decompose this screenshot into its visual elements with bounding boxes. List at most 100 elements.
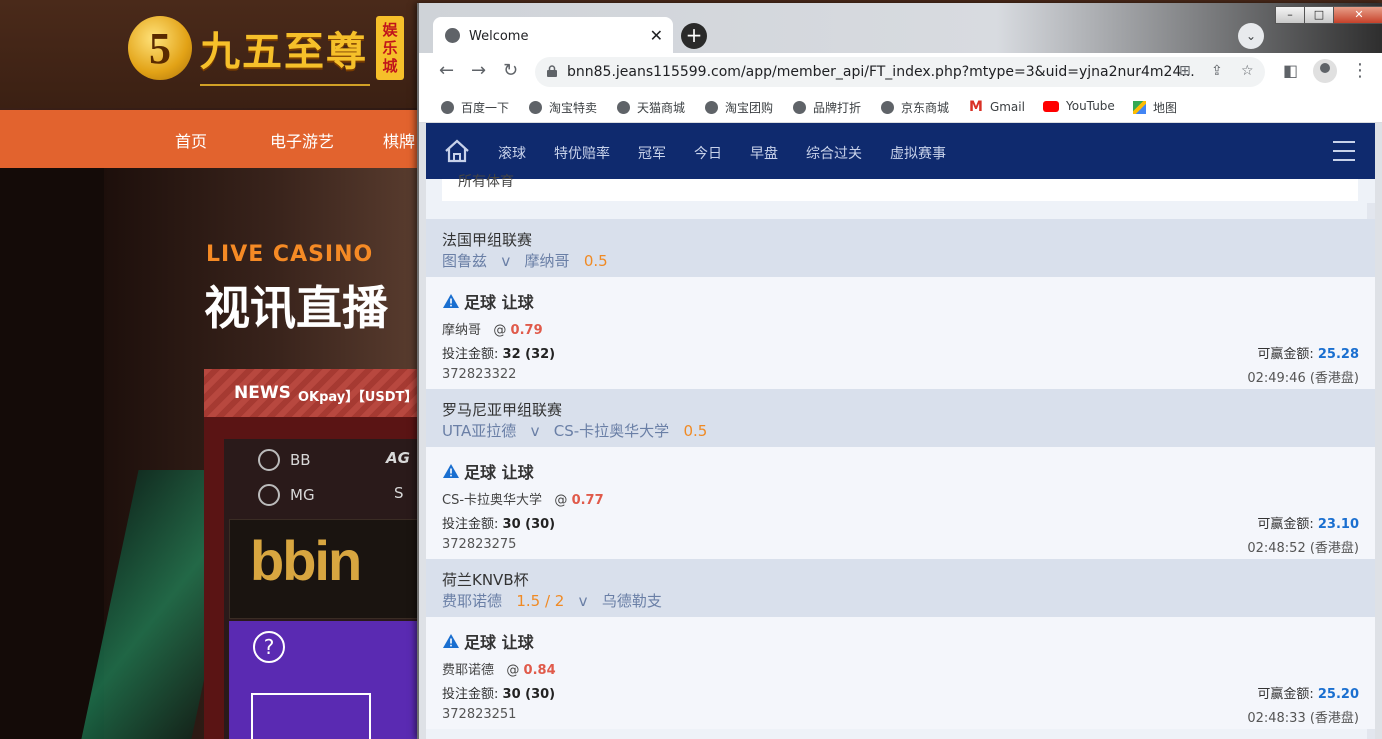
bg-nav-slots[interactable]: 电子游艺: [270, 128, 334, 152]
odds-value: 0.79: [510, 323, 543, 338]
globe-icon: [529, 101, 542, 114]
bookmark-maps[interactable]: 地图: [1133, 99, 1177, 116]
bg-video-title: 视讯直播: [204, 281, 388, 335]
tab-strip: Welcome ✕ + ⌄ – □ ✕: [419, 3, 1382, 55]
bg-live-casino-label: LIVE CASINO: [206, 242, 374, 267]
match-teams: UTA亚拉德 v CS-卡拉奥华大学 0.5: [442, 422, 708, 440]
match-teams: 图鲁兹 v 摩纳哥 0.5: [442, 252, 608, 270]
bg-nav-cards[interactable]: 棋牌: [383, 128, 415, 152]
bet-selection: 摩纳哥 @ 0.79: [442, 323, 543, 338]
warning-icon: [443, 294, 459, 308]
hamburger-menu-icon[interactable]: [1333, 141, 1355, 161]
tab-title: Welcome: [469, 29, 529, 44]
bet-title: 足球 让球: [442, 459, 534, 483]
home-icon[interactable]: [444, 139, 470, 163]
potential-win: 可赢金额: 25.20: [1257, 687, 1359, 702]
bg-purple-tile[interactable]: ?: [229, 621, 418, 739]
side-panel-icon[interactable]: ◧: [1283, 61, 1298, 81]
bg-game-panel: BB AG MG S bbin ?: [204, 417, 418, 739]
page-viewport: 滚球 特优赔率 冠军 今日 早盘 综合过关 虚拟赛事 所有体育 法国甲组联赛 图…: [426, 123, 1375, 739]
bookmark-taobao-group[interactable]: 淘宝团购: [705, 99, 773, 116]
league-name: 罗马尼亚甲组联赛: [442, 401, 563, 419]
close-window-button[interactable]: ✕: [1333, 6, 1382, 24]
tab-welcome[interactable]: Welcome ✕: [433, 17, 673, 55]
globe-icon: [617, 101, 630, 114]
share-icon[interactable]: ⇪: [1211, 63, 1223, 79]
bookmark-tmall[interactable]: 天猫商城: [617, 99, 685, 116]
match-teams: 费耶诺德 1.5 / 2 v 乌德勒支: [442, 592, 662, 610]
ticket-id: 372823322: [442, 367, 517, 382]
browser-toolbar: ← → ↻ bnn85.jeans115599.com/app/member_a…: [419, 53, 1382, 91]
nav-outright[interactable]: 冠军: [638, 143, 666, 163]
potential-win: 可赢金额: 23.10: [1257, 517, 1359, 532]
forward-icon[interactable]: →: [471, 61, 486, 81]
nav-early[interactable]: 早盘: [750, 143, 778, 163]
nav-today[interactable]: 今日: [694, 143, 722, 163]
stake-amount: 投注金额: 32 (32): [442, 347, 556, 362]
maximize-button[interactable]: □: [1304, 6, 1334, 24]
bg-logo-text: 九五至尊: [200, 28, 368, 75]
bookmark-taobao-sale[interactable]: 淘宝特卖: [529, 99, 597, 116]
bookmark-baidu[interactable]: 百度一下: [441, 99, 509, 116]
bg-provider-ag-logo[interactable]: AG: [386, 449, 410, 467]
translate-icon[interactable]: ⊞: [1179, 63, 1191, 79]
globe-icon: [441, 101, 454, 114]
stake-amount: 投注金额: 30 (30): [442, 517, 556, 532]
league-row: 法国甲组联赛 图鲁兹 v 摩纳哥 0.5: [426, 219, 1375, 277]
gmail-icon: M: [969, 99, 983, 115]
nav-best-odds[interactable]: 特优赔率: [554, 143, 610, 163]
bg-logo-ornament: [200, 84, 370, 94]
back-icon[interactable]: ←: [439, 61, 454, 81]
nav-in-play[interactable]: 滚球: [498, 143, 526, 163]
bookmark-brand-discount[interactable]: 品牌打折: [793, 99, 861, 116]
bg-provider-mg[interactable]: MG: [258, 484, 315, 506]
globe-icon: [793, 101, 806, 114]
odds-value: 0.77: [571, 493, 604, 508]
league-name: 法国甲组联赛: [442, 231, 533, 249]
warning-icon: [443, 634, 459, 648]
site-nav-bar: 滚球 特优赔率 冠军 今日 早盘 综合过关 虚拟赛事: [426, 123, 1375, 179]
reload-icon[interactable]: ↻: [503, 61, 518, 81]
bg-left-dark: [0, 168, 104, 739]
warning-icon: [443, 464, 459, 478]
bg-news-bar: NEWS OKpay】【USDT】: [204, 369, 418, 417]
bookmark-gmail[interactable]: M Gmail: [969, 99, 1025, 115]
bg-ornament-frame: [251, 693, 371, 739]
bet-card: 足球 让球 CS-卡拉奥华大学 @ 0.77 投注金额: 30 (30) 372…: [426, 447, 1375, 559]
url-text[interactable]: bnn85.jeans115599.com/app/member_api/FT_…: [567, 64, 1195, 80]
bookmarks-bar: 百度一下 淘宝特卖 天猫商城 淘宝团购 品牌打折 京东商城 M Gmail You…: [419, 91, 1382, 123]
bbin-logo: bbin: [250, 529, 362, 592]
globe-icon: [705, 101, 718, 114]
ticket-id: 372823275: [442, 537, 517, 552]
globe-icon: [881, 101, 894, 114]
menu-dots-icon[interactable]: ⋮: [1351, 61, 1369, 81]
bet-selection: 费耶诺德 @ 0.84: [442, 663, 556, 678]
globe-icon: [445, 28, 460, 43]
profile-avatar[interactable]: [1313, 59, 1337, 83]
address-bar[interactable]: bnn85.jeans115599.com/app/member_api/FT_…: [535, 57, 1265, 87]
ticket-id: 372823251: [442, 707, 517, 722]
nav-virtual[interactable]: 虚拟赛事: [890, 143, 946, 163]
nav-parlay[interactable]: 综合过关: [806, 143, 862, 163]
star-icon[interactable]: ☆: [1241, 63, 1254, 79]
stake-amount: 投注金额: 30 (30): [442, 687, 556, 702]
help-icon[interactable]: ?: [253, 631, 285, 663]
bookmark-youtube[interactable]: YouTube: [1043, 99, 1115, 113]
minimize-button[interactable]: –: [1275, 6, 1305, 24]
bg-logo[interactable]: 5 九五至尊 娱 乐 城: [128, 16, 404, 80]
bookmark-jd[interactable]: 京东商城: [881, 99, 949, 116]
bg-bbin-tile[interactable]: bbin: [229, 519, 418, 619]
close-tab-icon[interactable]: ✕: [650, 26, 663, 45]
bg-provider-bb[interactable]: BB: [258, 449, 311, 471]
sport-filter-select[interactable]: 所有体育: [442, 174, 1358, 201]
browser-window: Welcome ✕ + ⌄ – □ ✕ ← → ↻ bnn85.jeans115…: [417, 3, 1382, 739]
tab-search-button[interactable]: ⌄: [1238, 23, 1264, 49]
bg-provider-s-logo[interactable]: S: [394, 484, 404, 502]
new-tab-button[interactable]: +: [681, 23, 707, 49]
league-row: 罗马尼亚甲组联赛 UTA亚拉德 v CS-卡拉奥华大学 0.5: [426, 389, 1375, 447]
bg-news-ticker[interactable]: OKpay】【USDT】: [298, 386, 417, 405]
lock-icon[interactable]: [547, 65, 557, 77]
bet-card: 足球 让球 费耶诺德 @ 0.84 投注金额: 30 (30) 37282325…: [426, 617, 1375, 729]
bg-provider-list: BB AG MG S bbin ?: [224, 439, 418, 739]
bg-nav-home[interactable]: 首页: [175, 128, 207, 152]
